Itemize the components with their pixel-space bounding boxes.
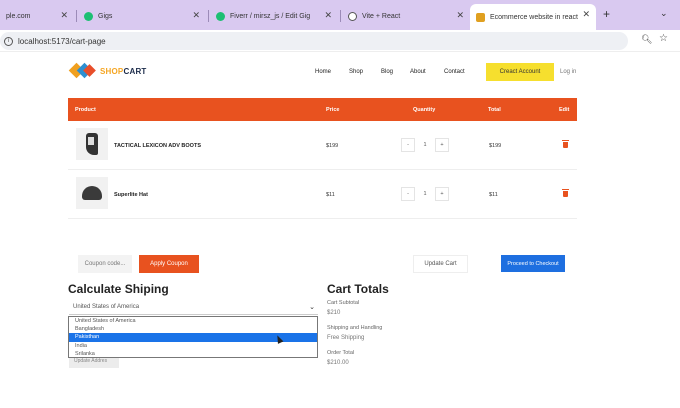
col-total: Total <box>488 107 501 113</box>
coupon-input[interactable]: Coupon code... <box>78 255 132 273</box>
bookmark-star-icon[interactable]: ☆ <box>659 33 668 44</box>
nav-shop[interactable]: Shop <box>349 69 363 75</box>
fiverr-icon <box>84 11 93 21</box>
subtotal-label: Cart Subtotal <box>327 300 360 306</box>
quantity-stepper: - 1 + <box>401 137 449 153</box>
decrease-button[interactable]: - <box>401 187 415 201</box>
shopcart-logo-icon <box>68 62 97 79</box>
product-thumbnail[interactable] <box>76 128 108 160</box>
order-total-value: $210.00 <box>327 360 349 366</box>
update-cart-button[interactable]: Update Cart <box>413 255 468 273</box>
tab-separator <box>76 10 77 22</box>
calculate-shipping-title: Calculate Shiping <box>68 282 169 296</box>
country-select[interactable]: United States of America ⌄ <box>69 301 318 315</box>
boot-image <box>86 133 98 155</box>
site-info-icon[interactable]: i <box>4 36 13 46</box>
tab-5-active[interactable]: Ecommerce website in react ✕ <box>470 4 596 30</box>
nav-contact[interactable]: Contact <box>444 69 465 75</box>
product-name[interactable]: TACTICAL LEXICON ADV BOOTS <box>114 143 201 149</box>
country-select-value: United States of America <box>73 304 140 310</box>
site-logo[interactable]: SHOPCART <box>68 62 147 79</box>
close-tab-icon[interactable]: ✕ <box>192 10 200 21</box>
increase-button[interactable]: + <box>435 187 449 201</box>
col-quantity: Quantity <box>413 107 436 113</box>
close-tab-icon[interactable]: ✕ <box>60 10 68 21</box>
product-name[interactable]: Superlite Hat <box>114 192 148 198</box>
tab-title: Fiverr / mirsz_js / Edit Gig <box>230 12 311 20</box>
browser-tab-strip: ple.com ✕ Gigs ✕ Fiverr / mirsz_js / Edi… <box>0 0 680 30</box>
apply-coupon-button[interactable]: Apply Coupon <box>139 255 199 273</box>
url-text: localhost:5173/cart-page <box>18 36 106 46</box>
login-link[interactable]: Log in <box>560 69 576 75</box>
shipping-label: Shipping and Handling <box>327 325 383 331</box>
table-row: Superlite Hat $11 - 1 + $11 <box>68 171 577 219</box>
new-tab-plus-icon[interactable]: + <box>603 7 610 21</box>
col-edit: Edit <box>559 107 570 113</box>
site-logo-icon <box>476 12 485 22</box>
country-option[interactable]: Srilanka <box>69 350 317 358</box>
cart-table-header: Product Price Quantity Total Edit <box>68 98 577 121</box>
tab-title: Ecommerce website in react <box>490 13 578 21</box>
product-thumbnail[interactable] <box>76 177 108 209</box>
close-tab-icon[interactable]: ✕ <box>324 10 332 21</box>
quantity-stepper: - 1 + <box>401 186 449 202</box>
tab-title: ple.com <box>6 12 31 20</box>
address-bar: i localhost:5173/cart-page 🔍︎ ☆ <box>0 30 680 52</box>
country-option[interactable]: United States of America <box>69 317 317 325</box>
product-total: $199 <box>489 143 502 149</box>
quantity-value: 1 <box>423 191 427 197</box>
tab-3[interactable]: Fiverr / mirsz_js / Edit Gig ✕ <box>210 5 338 27</box>
create-account-button[interactable]: Creact Account <box>486 63 554 81</box>
fiverr-icon <box>216 11 225 21</box>
nav-about[interactable]: About <box>410 69 426 75</box>
close-tab-icon[interactable]: ✕ <box>582 9 590 20</box>
delete-icon[interactable] <box>562 189 569 197</box>
globe-icon <box>348 11 357 21</box>
col-product: Product <box>75 107 96 113</box>
product-price: $11 <box>326 192 335 198</box>
decrease-button[interactable]: - <box>401 138 415 152</box>
delete-icon[interactable] <box>562 140 569 148</box>
close-tab-icon[interactable]: ✕ <box>456 10 464 21</box>
product-price: $199 <box>326 143 339 149</box>
chevron-down-icon: ⌄ <box>309 304 315 311</box>
zoom-icon[interactable]: 🔍︎ <box>641 34 652 45</box>
logo-text: SHOPCART <box>100 67 147 76</box>
country-option[interactable]: Bangladesh <box>69 325 317 333</box>
increase-button[interactable]: + <box>435 138 449 152</box>
tab-title: Gigs <box>98 12 113 20</box>
tab-separator <box>340 10 341 22</box>
hat-image <box>82 186 102 200</box>
nav-blog[interactable]: Blog <box>381 69 393 75</box>
cart-totals-title: Cart Totals <box>327 282 389 296</box>
subtotal-value: $210 <box>327 310 341 316</box>
product-total: $11 <box>489 192 498 198</box>
tab-search-chevron-icon[interactable]: ⌄ <box>660 8 668 19</box>
table-row: TACTICAL LEXICON ADV BOOTS $199 - 1 + $1… <box>68 122 577 170</box>
order-total-label: Order Total <box>327 350 355 356</box>
tab-4[interactable]: Vite + React ✕ <box>342 5 470 27</box>
update-address-button[interactable]: Update Addres <box>69 357 119 368</box>
quantity-value: 1 <box>423 142 427 148</box>
tab-2[interactable]: Gigs ✕ <box>78 5 206 27</box>
tab-separator <box>208 10 209 22</box>
tab-1[interactable]: ple.com ✕ <box>0 5 74 27</box>
shipping-value: Free Shipping <box>327 335 365 341</box>
logo-text-cart: CART <box>123 66 147 76</box>
col-price: Price <box>326 107 340 113</box>
tab-title: Vite + React <box>362 12 401 20</box>
logo-text-shop: SHOP <box>100 66 124 76</box>
nav-home[interactable]: Home <box>315 69 331 75</box>
proceed-to-checkout-button[interactable]: Proceed to Checkout <box>501 255 565 272</box>
url-field[interactable]: i localhost:5173/cart-page <box>0 32 628 50</box>
